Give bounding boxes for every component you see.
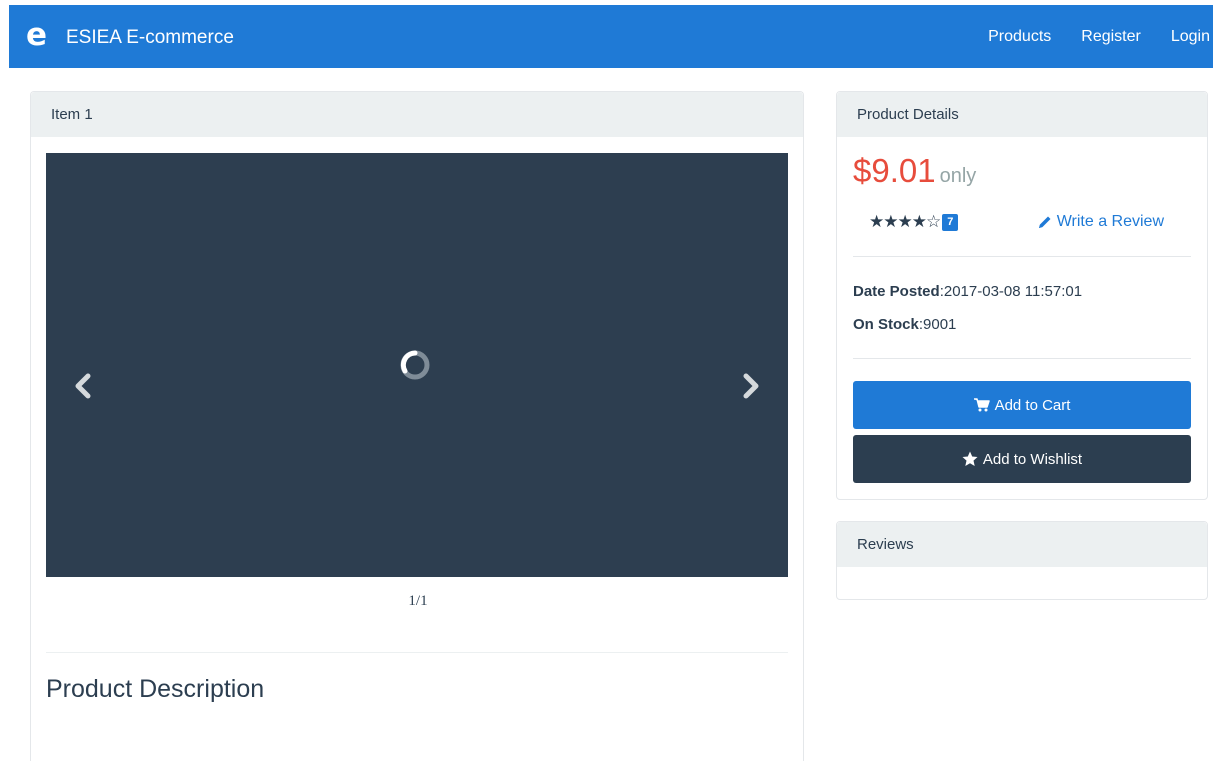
logo-icon[interactable]: e [26, 19, 47, 51]
brand-name[interactable]: ESIEA E-commerce [66, 26, 234, 50]
nav-link-login[interactable]: Login [1171, 27, 1210, 47]
date-posted: Date Posted:2017-03-08 11:57:01 [853, 283, 1082, 300]
write-review-label: Write a Review [1056, 213, 1164, 230]
chevron-left-icon[interactable] [68, 371, 98, 401]
divider [853, 256, 1191, 257]
divider [853, 358, 1191, 359]
date-posted-label: Date Posted [853, 283, 940, 300]
item-panel: Item 1 1/1 Product Description [30, 91, 804, 761]
price-suffix: only [939, 165, 977, 187]
nav-link-products[interactable]: Products [988, 27, 1051, 47]
star-icon [962, 451, 978, 466]
rating-stars: ★★★★☆ [869, 212, 941, 232]
review-count-badge: 7 [942, 214, 959, 231]
cart-icon [973, 398, 990, 412]
navbar: e ESIEA E-commerce Products Register Log… [9, 5, 1213, 68]
product-details-panel: Product Details $9.01 only ★★★★☆ 7 Write a… [836, 91, 1208, 500]
pencil-icon [1038, 216, 1051, 228]
rating: ★★★★☆ 7 [869, 212, 959, 232]
spinner-icon [399, 349, 431, 381]
slide-counter: 1/1 [408, 593, 428, 609]
on-stock: On Stock:9001 [853, 316, 956, 333]
product-description-title: Product Description [46, 675, 265, 703]
price: $9.01 only [853, 152, 976, 190]
nav-links: Products Register Login [958, 27, 1210, 47]
add-to-wishlist-label: Add to Wishlist [982, 450, 1083, 468]
on-stock-label: On Stock [853, 316, 919, 333]
add-to-cart-label: Add to Cart [994, 396, 1071, 414]
product-details-title: Product Details [837, 92, 1207, 137]
reviews-panel: Reviews [836, 521, 1208, 600]
nav-link-register[interactable]: Register [1081, 27, 1141, 47]
reviews-title: Reviews [837, 522, 1207, 567]
on-stock-value: :9001 [918, 316, 957, 333]
chevron-right-icon[interactable] [736, 371, 766, 401]
write-review-link[interactable]: Write a Review [1037, 213, 1164, 231]
item-title: Item 1 [31, 92, 803, 137]
add-to-cart-button[interactable]: Add to Cart [853, 381, 1191, 429]
divider [46, 652, 788, 653]
image-carousel[interactable] [46, 153, 788, 577]
price-value: $9.01 [853, 152, 936, 189]
date-posted-value: :2017-03-08 11:57:01 [939, 283, 1083, 300]
add-to-wishlist-button[interactable]: Add to Wishlist [853, 435, 1191, 483]
